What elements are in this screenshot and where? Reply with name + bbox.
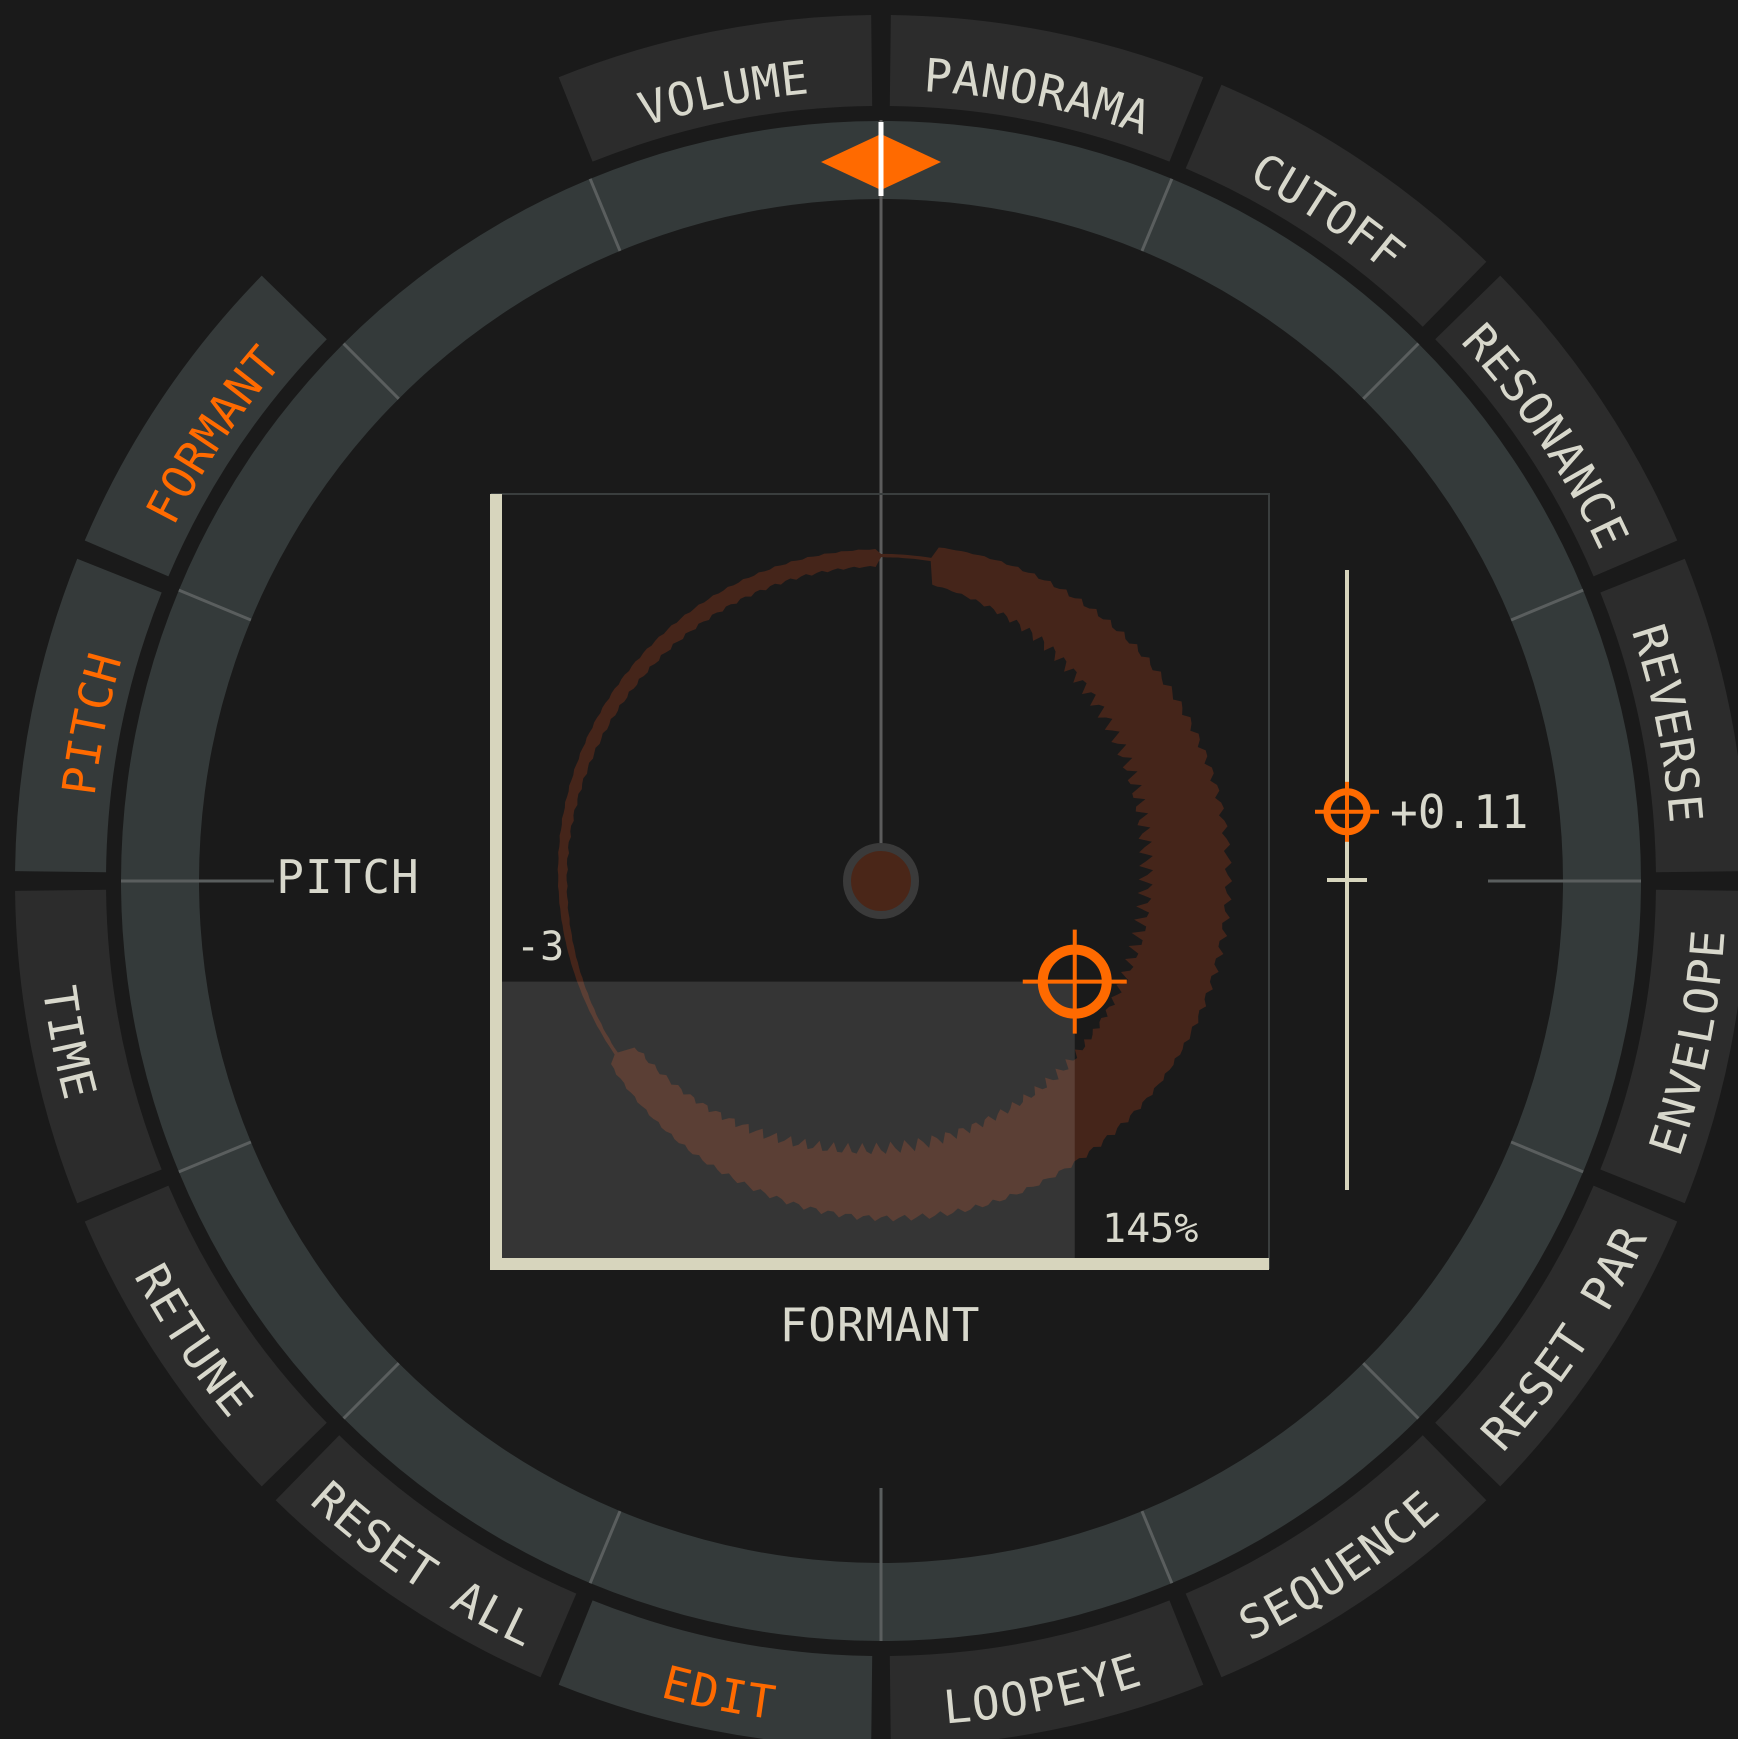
slider-handle-icon[interactable]: [1315, 781, 1379, 842]
xy-selection-region: [492, 981, 1075, 1268]
pitch-value: -3: [516, 924, 564, 970]
center-hub[interactable]: [843, 843, 919, 919]
formant-value: 145%: [1102, 1206, 1198, 1252]
slider-value: +0.11: [1390, 785, 1528, 839]
pitch-axis-label: PITCH: [276, 850, 419, 904]
radial-interface: VOLUME PANORAMACUTOFFRESONANCEREVERSEENVE…: [15, 15, 1738, 1739]
formant-axis-label: FORMANT: [780, 1298, 981, 1352]
side-slider[interactable]: [1315, 570, 1379, 1190]
loopeye-panel: VOLUME PANORAMA CUTOFF RESONANCE REVERSE ENVE…: [0, 0, 1738, 1739]
